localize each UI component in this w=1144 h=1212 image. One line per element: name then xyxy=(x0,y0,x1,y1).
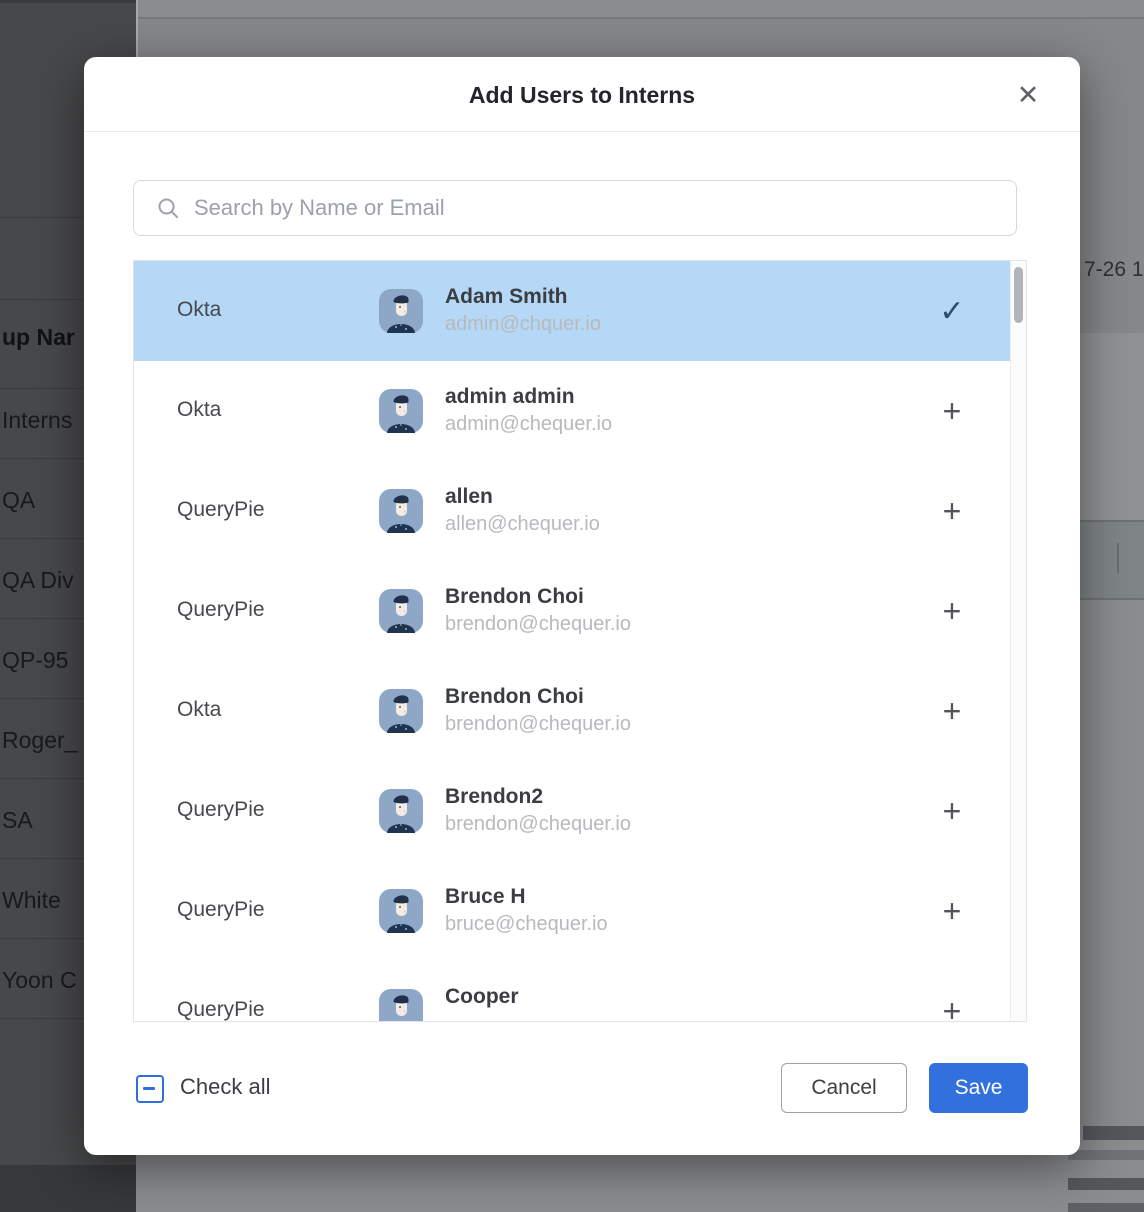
user-name: Brendon2 xyxy=(445,785,543,809)
identity-provider-label: Okta xyxy=(177,298,221,322)
add-user-icon[interactable]: + xyxy=(924,861,980,961)
background-skeleton-bar xyxy=(1068,1178,1144,1190)
user-avatar xyxy=(379,289,423,333)
identity-provider-label: QueryPie xyxy=(177,998,265,1022)
background-skeleton-bar xyxy=(1068,1203,1144,1212)
close-icon[interactable]: ✕ xyxy=(1012,79,1044,111)
search-icon xyxy=(156,196,180,220)
background-top-strip xyxy=(136,0,1144,17)
user-avatar xyxy=(379,689,423,733)
background-table-header-edge xyxy=(0,0,136,3)
user-search-box[interactable] xyxy=(133,180,1017,236)
user-avatar xyxy=(379,489,423,533)
user-row[interactable]: QueryPie allen allen@chequer.io + xyxy=(134,461,1010,562)
identity-provider-label: QueryPie xyxy=(177,898,265,922)
indeterminate-minus-icon xyxy=(143,1087,155,1090)
add-user-icon[interactable]: + xyxy=(924,361,980,461)
add-user-icon[interactable]: + xyxy=(924,561,980,661)
user-avatar xyxy=(379,889,423,933)
add-user-icon[interactable]: + xyxy=(924,761,980,861)
add-user-icon[interactable]: + xyxy=(924,661,980,761)
user-email: allen@chequer.io xyxy=(445,513,600,536)
user-name: Brendon Choi xyxy=(445,685,584,709)
user-row[interactable]: Okta Adam Smith admin@chquer.io ✓ xyxy=(134,261,1010,362)
user-email: brendon@chequer.io xyxy=(445,613,631,636)
user-email: brendon@chequer.io xyxy=(445,813,631,836)
background-column-divider xyxy=(1117,543,1119,573)
identity-provider-label: Okta xyxy=(177,398,221,422)
background-table-footer xyxy=(0,1165,136,1212)
background-skeleton-bar xyxy=(1083,1126,1144,1140)
cancel-button[interactable]: Cancel xyxy=(781,1063,907,1113)
add-users-dialog: Add Users to Interns ✕ Okta Adam xyxy=(84,57,1080,1155)
user-avatar xyxy=(379,389,423,433)
user-name: admin admin xyxy=(445,385,575,409)
user-row[interactable]: Okta admin admin admin@chequer.io + xyxy=(134,361,1010,462)
background-date-text: 7-26 1 xyxy=(1084,258,1144,282)
check-all-label: Check all xyxy=(180,1074,270,1100)
user-name: Brendon Choi xyxy=(445,585,584,609)
user-name: Bruce H xyxy=(445,885,526,909)
scrollbar-track[interactable] xyxy=(1010,261,1026,1021)
check-icon[interactable]: ✓ xyxy=(924,261,980,361)
background-column-edge xyxy=(136,0,138,57)
dialog-title: Add Users to Interns xyxy=(84,57,1080,133)
dialog-header: Add Users to Interns ✕ xyxy=(84,57,1080,132)
user-email: brendon@chequer.io xyxy=(445,713,631,736)
search-input[interactable] xyxy=(192,194,1006,222)
user-list: Okta Adam Smith admin@chquer.io ✓ Okta xyxy=(133,260,1027,1022)
user-avatar xyxy=(379,989,423,1022)
background-skeleton-bar xyxy=(1068,1150,1144,1160)
add-user-icon[interactable]: + xyxy=(924,961,980,1022)
identity-provider-label: Okta xyxy=(177,698,221,722)
add-user-icon[interactable]: + xyxy=(924,461,980,561)
user-name: Cooper xyxy=(445,985,519,1009)
user-email: bruce@chequer.io xyxy=(445,913,608,936)
check-all-checkbox[interactable] xyxy=(136,1075,164,1103)
save-button[interactable]: Save xyxy=(929,1063,1028,1113)
identity-provider-label: QueryPie xyxy=(177,798,265,822)
user-row[interactable]: QueryPie Bruce H bruce@chequer.io + xyxy=(134,861,1010,962)
user-name: Adam Smith xyxy=(445,285,568,309)
user-row[interactable]: Okta Brendon Choi brendon@chequer.io + xyxy=(134,661,1010,762)
user-name: allen xyxy=(445,485,493,509)
scrollbar-thumb[interactable] xyxy=(1014,267,1023,323)
user-email: admin@chequer.io xyxy=(445,413,612,436)
user-avatar xyxy=(379,589,423,633)
identity-provider-label: QueryPie xyxy=(177,598,265,622)
identity-provider-label: QueryPie xyxy=(177,498,265,522)
user-row[interactable]: QueryPie Cooper + xyxy=(134,961,1010,1022)
user-row[interactable]: QueryPie Brendon Choi brendon@chequer.io… xyxy=(134,561,1010,662)
user-avatar xyxy=(379,789,423,833)
user-email: admin@chquer.io xyxy=(445,313,601,336)
user-row[interactable]: QueryPie Brendon2 brendon@chequer.io + xyxy=(134,761,1010,862)
